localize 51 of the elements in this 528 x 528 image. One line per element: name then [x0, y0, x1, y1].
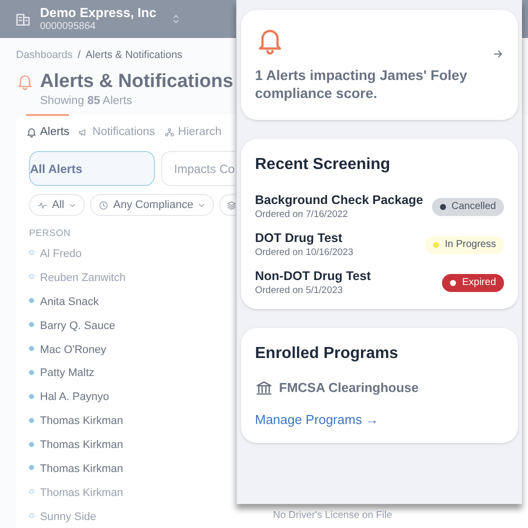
card-title: Enrolled Programs	[255, 344, 400, 364]
tab[interactable]: Notifications	[78, 114, 156, 145]
order-date: Ordered on 10/16/2023	[255, 246, 354, 259]
card-title: Recent Screening	[255, 155, 392, 175]
screening-name: Non-DOT Drug Test	[255, 268, 371, 284]
status-badge: Expired	[442, 274, 504, 292]
hierarchy-icon	[164, 126, 176, 138]
breadcrumb-separator: /	[78, 48, 81, 63]
person-name[interactable]: Barry Q. Sauce	[40, 320, 116, 332]
person-name[interactable]: Patty Maltz	[40, 367, 94, 380]
column-header: PERSON	[29, 228, 71, 239]
pulse-icon	[37, 200, 48, 210]
filter-dropdown[interactable]: Any Compliance	[90, 194, 214, 216]
bank-icon	[255, 378, 273, 397]
alert-summary: 1 Alerts impacting James' Foley compliance score.	[255, 66, 468, 102]
person-name[interactable]: Reuben Zanwitch	[40, 272, 126, 284]
org-number: 0000095864	[40, 20, 97, 34]
order-date: Ordered on 5/1/2023	[255, 284, 344, 297]
person-name[interactable]: Anita Snack	[40, 296, 99, 308]
breadcrumb-link[interactable]: Dashboards	[16, 48, 73, 64]
person-name[interactable]: Thomas Kirkman	[40, 462, 124, 475]
segment-button[interactable]: All Alerts	[29, 151, 155, 186]
filter-dropdown[interactable]: All	[29, 194, 86, 216]
person-name[interactable]: Hal A. Paynyo	[40, 391, 110, 404]
program-name: FMCSA Clearinghouse	[279, 379, 419, 397]
breadcrumb-link[interactable]: Alerts & Notifications	[86, 48, 182, 64]
tab[interactable]: Hierarch	[164, 114, 222, 145]
status-badge: In Progress	[424, 236, 504, 254]
tab[interactable]: Alerts	[26, 114, 70, 145]
status-badge: Cancelled	[432, 198, 504, 216]
bell-icon	[26, 126, 37, 138]
order-date: Ordered on 7/16/2022	[255, 208, 349, 221]
screening-name: Background Check Package	[255, 192, 424, 208]
alert-count: Showing 85 Alerts	[40, 94, 134, 108]
alert-card[interactable]: 1 Alerts impacting James' Foley compliance score.	[241, 10, 518, 120]
org-name: Demo Express, Inc	[40, 4, 156, 21]
person-name[interactable]: Thomas Kirkman	[40, 439, 124, 452]
person-name[interactable]: Thomas Kirkman	[40, 415, 124, 428]
manage-programs-link[interactable]: Manage Programs →	[255, 410, 504, 429]
person-name[interactable]: Al Fredo	[40, 248, 82, 260]
person-name[interactable]: Mac O'Roney	[40, 344, 106, 356]
page-title: Alerts & Notifications	[40, 70, 234, 94]
person-name[interactable]: Thomas Kirkman	[40, 486, 124, 499]
screening-name: DOT Drug Test	[255, 230, 344, 246]
person-name[interactable]: Sunny Side	[40, 510, 96, 523]
clock-icon	[98, 200, 110, 210]
bell-icon	[16, 72, 34, 91]
table-cell-text: No Driver's License on File	[273, 509, 392, 524]
arrow-right-icon	[492, 48, 504, 60]
segment-button[interactable]: Impacts Co	[161, 151, 235, 186]
layers-icon	[226, 200, 238, 210]
